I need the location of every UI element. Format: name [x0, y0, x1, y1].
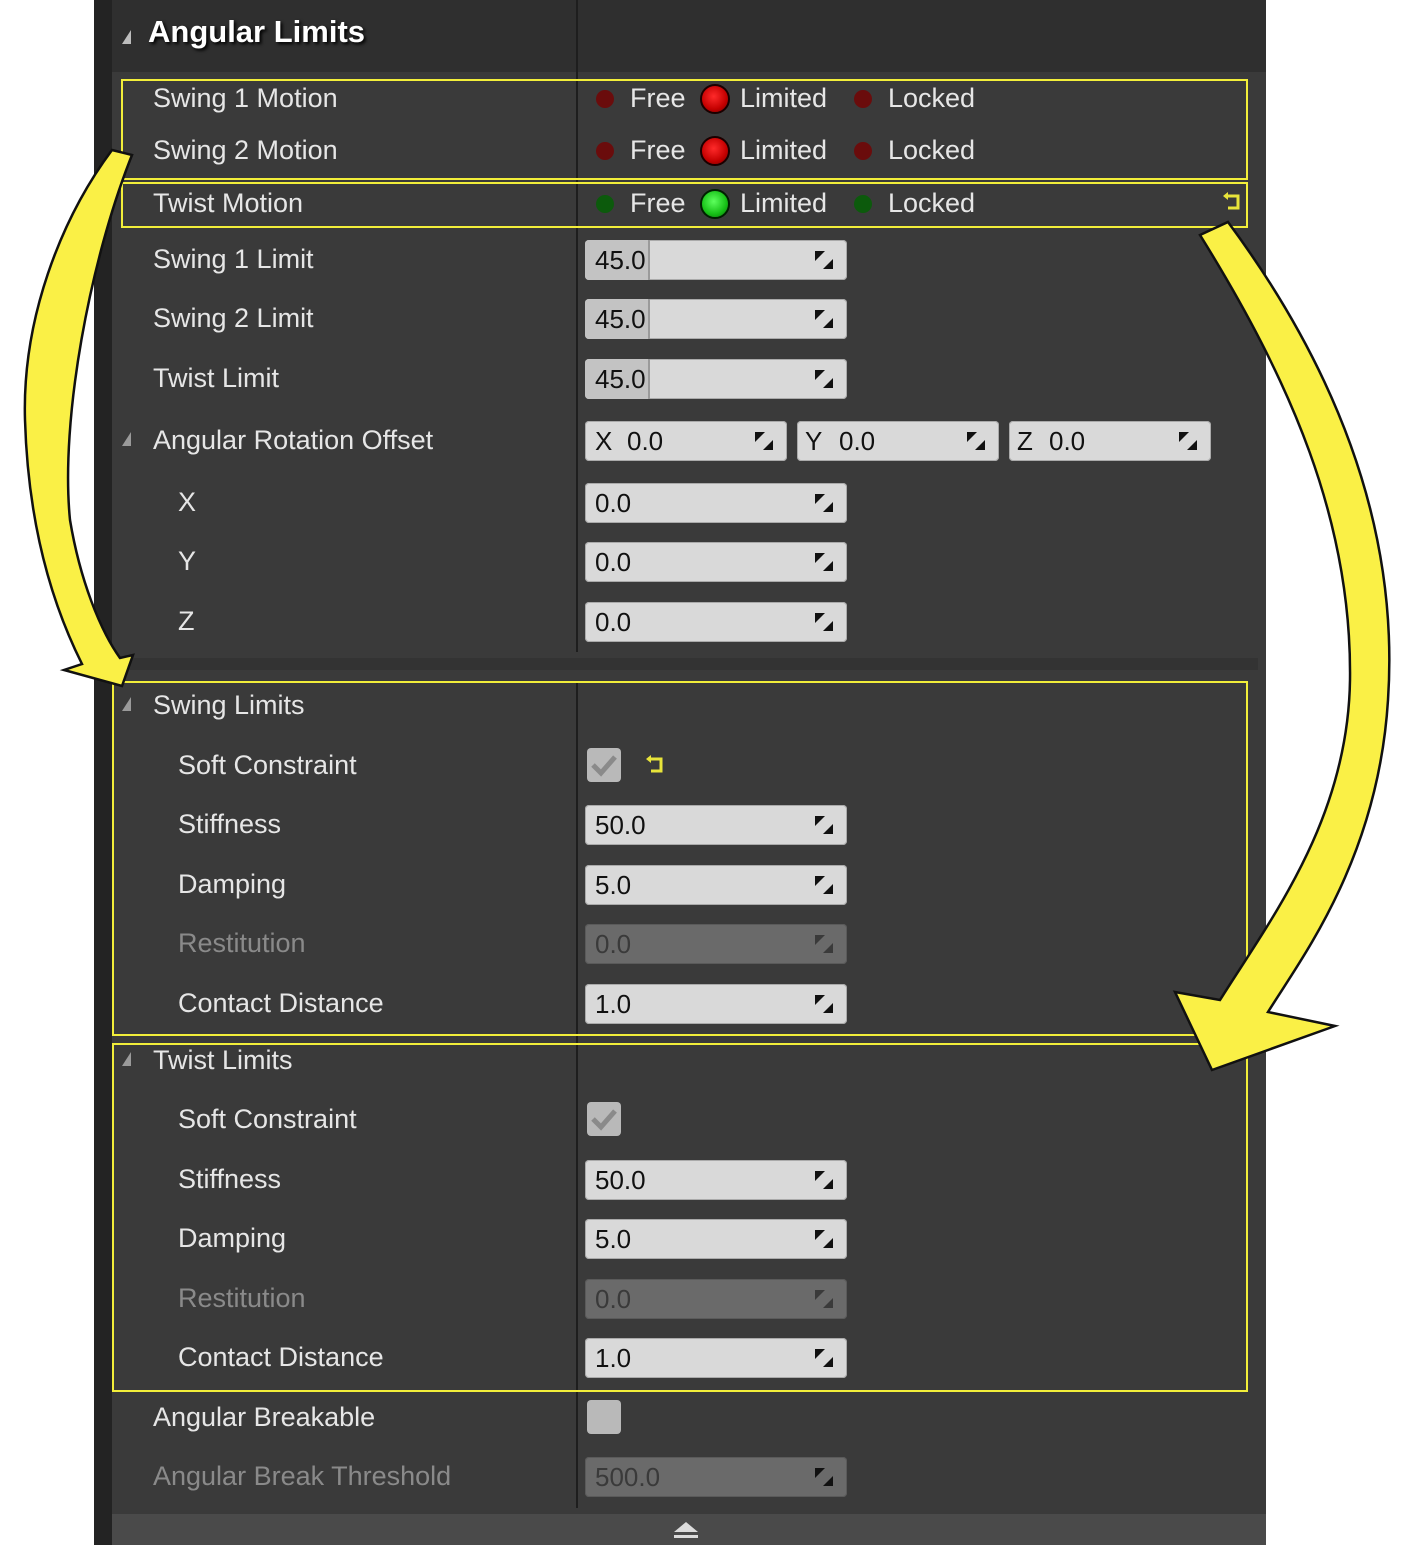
collapse-triangle-icon[interactable] [122, 30, 131, 44]
twist-motion-highlight [121, 182, 1248, 228]
expand-triangle-icon[interactable] [122, 432, 131, 446]
spin-arrows-icon[interactable] [813, 551, 835, 573]
spin-arrows-icon[interactable] [965, 430, 987, 452]
rotation-x-field[interactable]: X 0.0 [585, 421, 787, 461]
rotation-z-label: Z [178, 606, 195, 636]
spin-arrows-icon[interactable] [753, 430, 775, 452]
spin-arrows-icon[interactable] [813, 308, 835, 330]
rotation-y-field[interactable]: Y 0.0 [797, 421, 999, 461]
spin-arrows-icon [815, 1468, 833, 1486]
spin-arrows-icon[interactable] [813, 249, 835, 271]
swing2-limit-slider[interactable]: 45.0 [585, 299, 847, 339]
angular-breakable-checkbox[interactable] [587, 1400, 621, 1434]
field-value: 0.0 [595, 607, 632, 637]
spin-arrows-icon[interactable] [813, 611, 835, 633]
swing-motion-highlight [121, 79, 1248, 180]
field-value: 45.0 [595, 245, 646, 275]
field-value: 0.0 [595, 488, 632, 518]
swing1-limit-slider[interactable]: 45.0 [585, 240, 847, 280]
rotation-x-label: X [178, 487, 197, 517]
rotation-y-value-field[interactable]: 0.0 [585, 542, 847, 582]
angular-break-threshold-field: 500.0 [585, 1457, 847, 1497]
field-value: 45.0 [595, 304, 646, 334]
angular-break-threshold-label: Angular Break Threshold [153, 1461, 452, 1491]
field-value: 0.0 [1049, 426, 1086, 456]
twist-limits-highlight [112, 1043, 1248, 1392]
collapse-up-icon[interactable] [672, 1520, 700, 1540]
angular-breakable-label: Angular Breakable [153, 1402, 376, 1432]
rotation-x-value-field[interactable]: 0.0 [585, 483, 847, 523]
spin-arrows-icon[interactable] [813, 368, 835, 390]
rotation-y-label: Y [178, 546, 197, 576]
spin-arrows-icon[interactable] [813, 492, 835, 514]
rotation-z-field[interactable]: Z 0.0 [1009, 421, 1211, 461]
twist-limit-slider[interactable]: 45.0 [585, 359, 847, 399]
rotation-offset-label: Angular Rotation Offset [153, 425, 434, 455]
swing1-limit-label: Swing 1 Limit [153, 244, 314, 274]
category-title: Angular Limits [148, 14, 366, 49]
swing-limits-highlight [112, 681, 1248, 1036]
field-value: 45.0 [595, 364, 646, 394]
rotation-z-value-field[interactable]: 0.0 [585, 602, 847, 642]
swing2-limit-label: Swing 2 Limit [153, 303, 314, 333]
field-value: 500.0 [595, 1462, 661, 1492]
field-value: 0.0 [839, 426, 876, 456]
section-separator [112, 658, 1258, 670]
axis-tag: Z [1017, 426, 1033, 456]
axis-tag: X [595, 426, 613, 456]
twist-limit-label: Twist Limit [153, 363, 280, 393]
spin-arrows-icon[interactable] [1177, 430, 1199, 452]
field-value: 0.0 [627, 426, 664, 456]
field-value: 0.0 [595, 547, 632, 577]
axis-tag: Y [805, 426, 823, 456]
